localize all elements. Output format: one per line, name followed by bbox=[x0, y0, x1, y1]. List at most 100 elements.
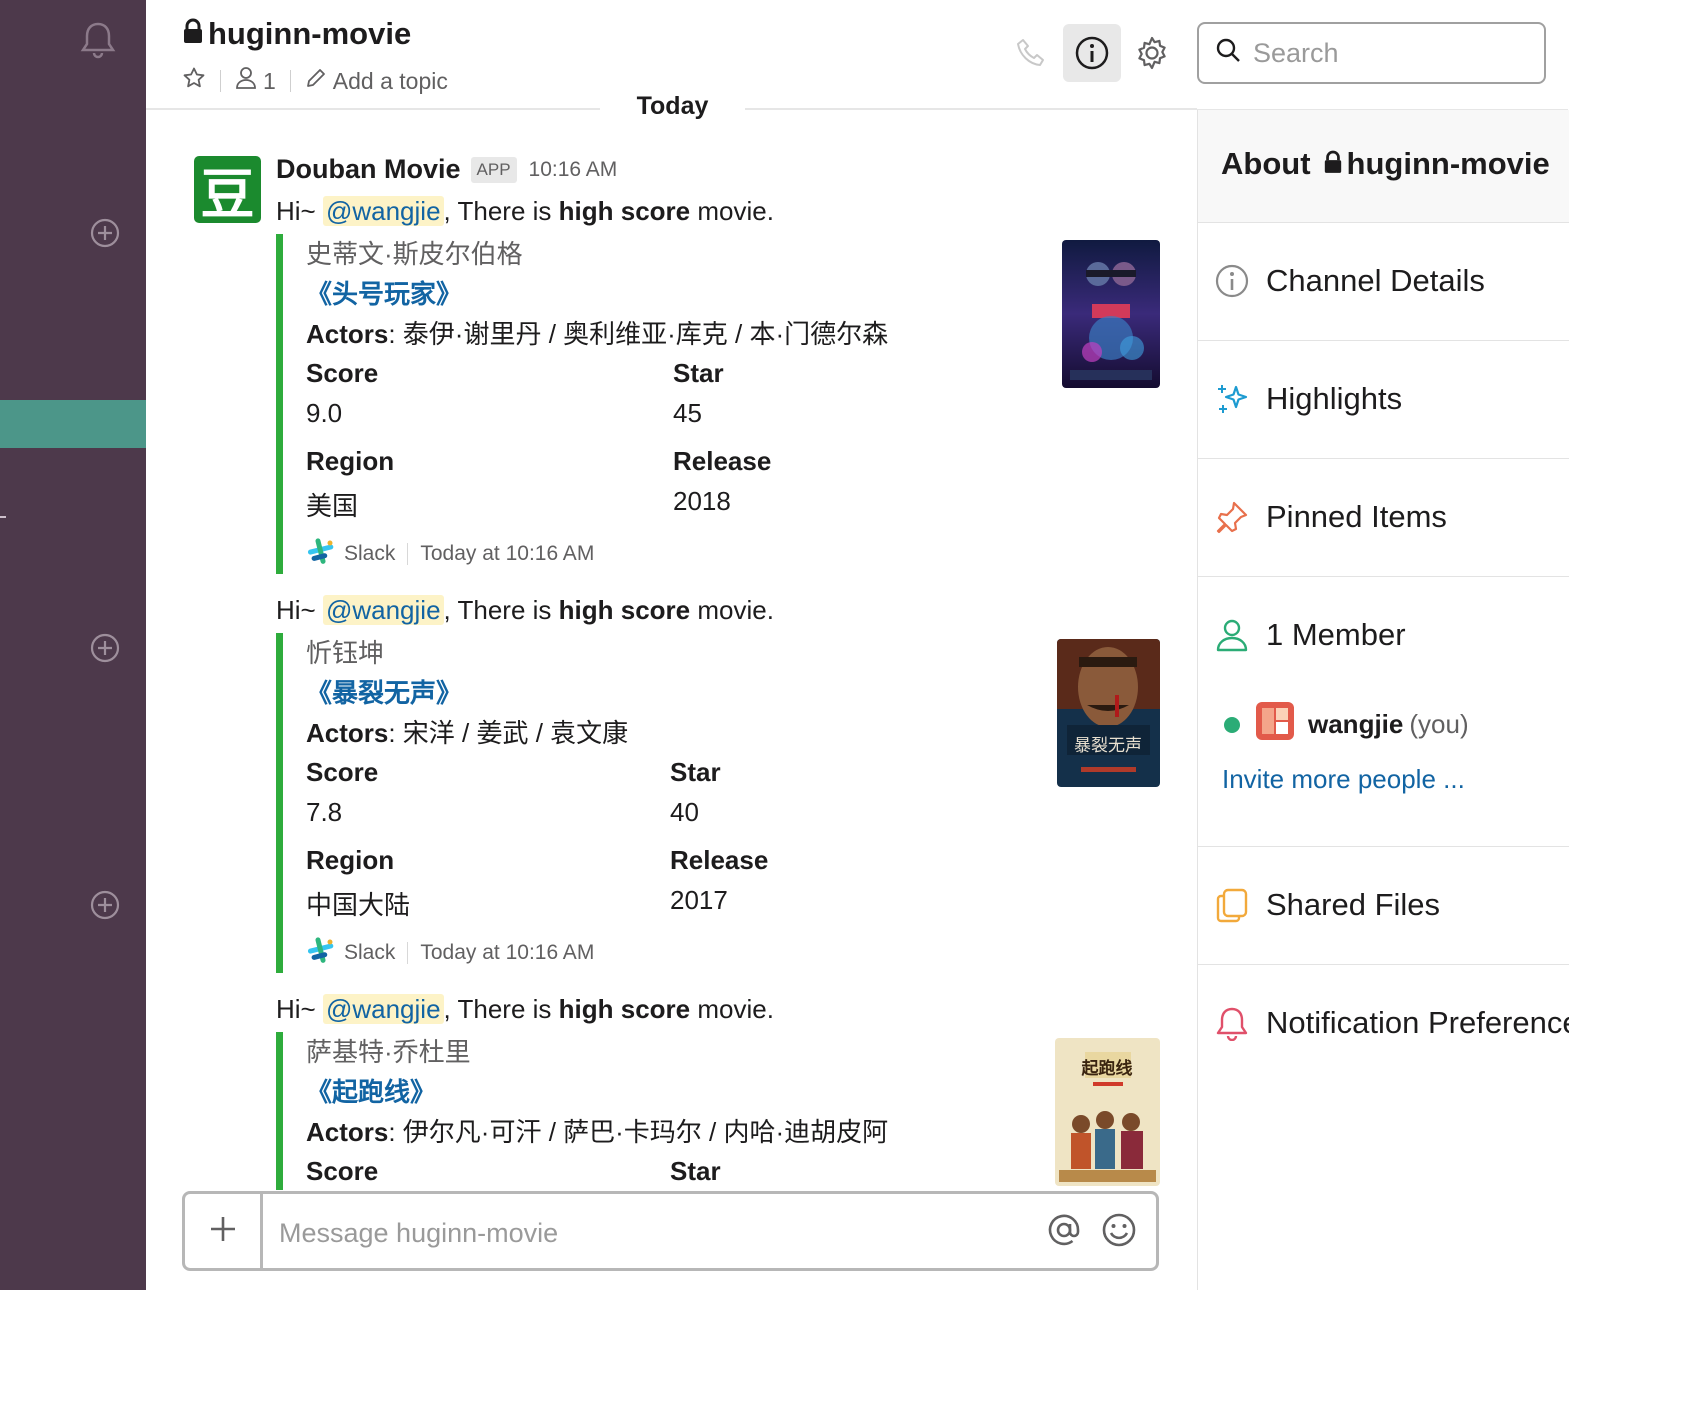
member-name: wangjie bbox=[1308, 709, 1404, 739]
attachment-actors: Actors: 伊尔凡·可汗 / 萨巴·卡玛尔 / 内哈·迪胡皮阿 bbox=[306, 1117, 889, 1147]
slack-logo-icon bbox=[306, 935, 336, 971]
slack-logo-icon bbox=[306, 536, 336, 572]
about-title: About huginn-movie bbox=[1221, 146, 1550, 182]
field-label: Score bbox=[306, 358, 379, 388]
message-timestamp[interactable]: 10:16 AM bbox=[529, 158, 618, 182]
field-label: Release bbox=[673, 446, 772, 476]
attachment-author: 史蒂文·斯皮尔伯格 bbox=[306, 239, 523, 269]
movie-poster[interactable] bbox=[1062, 240, 1160, 388]
member-count[interactable]: 1 bbox=[235, 66, 276, 96]
bell-icon bbox=[1214, 1005, 1250, 1046]
field-value: 7.8 bbox=[306, 797, 343, 827]
poster-title: 起跑线 bbox=[1081, 1058, 1133, 1079]
channel-title[interactable]: huginn-movie bbox=[182, 16, 411, 52]
attachment-actors: Actors: 宋洋 / 姜武 / 袁文康 bbox=[306, 718, 629, 748]
add-direct-message-icon[interactable] bbox=[90, 633, 120, 663]
attachment-author: 萨基特·乔杜里 bbox=[306, 1037, 471, 1067]
person-icon bbox=[235, 66, 257, 96]
field-label: Region bbox=[306, 446, 395, 476]
attachment-timestamp[interactable]: Today at 10:16 AM bbox=[420, 542, 594, 566]
attachment-footer: Slack Today at 10:16 AM bbox=[306, 536, 594, 572]
add-app-icon[interactable] bbox=[90, 890, 120, 920]
plus-icon bbox=[208, 1214, 238, 1249]
invite-link[interactable]: Invite more people ... bbox=[1222, 764, 1465, 795]
channel-name: huginn-movie bbox=[208, 16, 412, 51]
person-icon bbox=[1214, 617, 1250, 658]
channel-details-row[interactable]: Channel Details bbox=[1198, 223, 1569, 341]
presence-indicator bbox=[1224, 716, 1240, 733]
attachment-title[interactable]: 《起跑线》 bbox=[306, 1072, 436, 1109]
add-channel-icon[interactable] bbox=[90, 218, 120, 248]
field-label: Star bbox=[673, 358, 724, 388]
search-icon bbox=[1215, 37, 1241, 70]
info-icon bbox=[1214, 263, 1250, 304]
channel-details-panel: About huginn-movie Channel Details Highl… bbox=[1197, 110, 1569, 1290]
field-value: 美国 bbox=[306, 491, 359, 521]
user-mention[interactable]: @wangjie bbox=[322, 595, 444, 625]
active-channel-highlight[interactable] bbox=[0, 400, 146, 448]
channel-info-icon[interactable] bbox=[1063, 24, 1121, 82]
meta-divider bbox=[289, 70, 291, 92]
message-text: Hi~ @wangjie, There is high score movie. bbox=[276, 196, 774, 226]
member-avatar bbox=[1256, 702, 1294, 747]
attachment-timestamp[interactable]: Today at 10:16 AM bbox=[420, 941, 594, 965]
attachment-footer: Slack Today at 10:16 AM bbox=[306, 935, 594, 971]
field-value: 2018 bbox=[673, 486, 731, 516]
poster-title: 暴裂无声 bbox=[1074, 736, 1142, 756]
channel-header: huginn-movie 1 Add a topic Search bbox=[146, 0, 1568, 110]
lock-icon bbox=[182, 16, 204, 52]
add-topic-button[interactable]: Add a topic bbox=[305, 67, 448, 95]
channel-meta: 1 Add a topic bbox=[182, 66, 448, 96]
user-mention[interactable]: @wangjie bbox=[322, 196, 444, 226]
field-label: Release bbox=[670, 845, 769, 875]
mention-icon[interactable] bbox=[1045, 1211, 1083, 1254]
attach-button[interactable] bbox=[185, 1194, 263, 1268]
bell-icon[interactable] bbox=[80, 20, 116, 65]
field-value: 9.0 bbox=[306, 398, 343, 428]
movie-attachment: 萨基特·乔杜里 《起跑线》 Actors: 伊尔凡·可汗 / 萨巴·卡玛尔 / … bbox=[276, 1032, 1166, 1190]
field-value: 2017 bbox=[670, 885, 728, 915]
app-badge: APP bbox=[470, 156, 517, 183]
emoji-icon[interactable] bbox=[1100, 1211, 1138, 1254]
app-avatar[interactable]: 豆 bbox=[194, 156, 261, 226]
movie-poster[interactable]: 暴裂无声 bbox=[1057, 639, 1160, 787]
search-input[interactable]: Search bbox=[1197, 22, 1546, 84]
member-you-label: (you) bbox=[1409, 709, 1469, 739]
attachment-title[interactable]: 《头号玩家》 bbox=[306, 274, 462, 311]
field-label: Region bbox=[306, 845, 395, 875]
lock-icon bbox=[1323, 146, 1343, 182]
field-label: Star bbox=[670, 757, 721, 787]
message-text: Hi~ @wangjie, There is high score movie. bbox=[276, 595, 774, 625]
field-label: Score bbox=[306, 757, 379, 787]
movie-poster[interactable]: 起跑线 bbox=[1055, 1038, 1160, 1186]
workspace-rail bbox=[0, 0, 146, 1290]
phone-icon[interactable] bbox=[1002, 24, 1060, 82]
meta-divider bbox=[220, 70, 221, 92]
date-divider: Today bbox=[600, 92, 745, 121]
gear-icon[interactable] bbox=[1123, 24, 1181, 82]
field-value: 40 bbox=[670, 797, 699, 827]
shared-files-row[interactable]: Shared Files bbox=[1198, 847, 1569, 965]
movie-attachment: 史蒂文·斯皮尔伯格 《头号玩家》 Actors: 泰伊·谢里丹 / 奥利维亚·库… bbox=[276, 234, 1166, 574]
sparkles-icon bbox=[1214, 381, 1250, 422]
attachment-author: 忻钰坤 bbox=[306, 638, 385, 668]
pin-icon bbox=[1214, 499, 1250, 540]
field-label: Score bbox=[306, 1156, 379, 1186]
user-mention[interactable]: @wangjie bbox=[322, 994, 444, 1024]
pencil-icon bbox=[305, 67, 327, 95]
notification-preferences-row[interactable]: Notification Preferences bbox=[1198, 965, 1569, 1083]
star-icon[interactable] bbox=[182, 66, 206, 96]
date-divider-line bbox=[146, 108, 616, 109]
rail-marker bbox=[0, 516, 6, 518]
field-value: 中国大陆 bbox=[306, 890, 411, 920]
message-input[interactable]: Message huginn-movie bbox=[279, 1218, 558, 1249]
field-value: 45 bbox=[673, 398, 702, 428]
sender-name[interactable]: Douban Movie bbox=[276, 154, 461, 185]
attachment-title[interactable]: 《暴裂无声》 bbox=[306, 673, 462, 710]
member-item[interactable]: wangjie (you) bbox=[1224, 702, 1469, 747]
files-icon bbox=[1214, 887, 1250, 928]
highlights-row[interactable]: Highlights bbox=[1198, 341, 1569, 459]
pinned-items-row[interactable]: Pinned Items bbox=[1198, 459, 1569, 577]
search-placeholder: Search bbox=[1253, 37, 1339, 68]
message-text: Hi~ @wangjie, There is high score movie. bbox=[276, 994, 774, 1024]
